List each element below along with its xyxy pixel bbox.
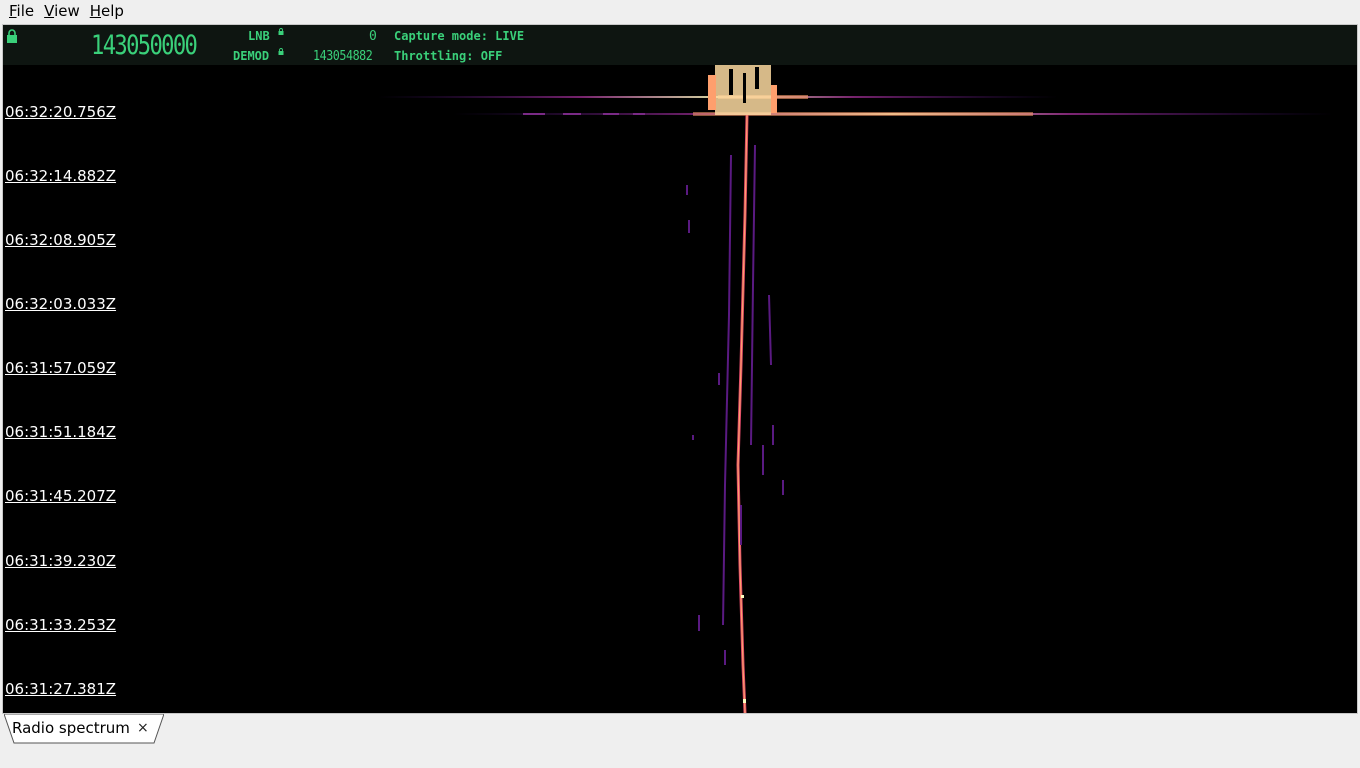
demod-label: DEMOD: [233, 49, 270, 63]
timestamp-label[interactable]: 06:31:57.059Z: [5, 359, 116, 377]
timestamp-label[interactable]: 06:31:33.253Z: [5, 616, 116, 634]
menu-file[interactable]: File: [4, 0, 39, 22]
capture-mode-status: Capture mode: LIVE: [394, 29, 525, 43]
waterfall-display[interactable]: 06:32:20.756Z 06:32:14.882Z 06:32:08.905…: [3, 65, 1357, 713]
timestamp-label[interactable]: 06:32:03.033Z: [5, 295, 116, 313]
menubar: File View Help: [0, 0, 1360, 22]
menu-help[interactable]: Help: [85, 0, 129, 22]
timestamp-label[interactable]: 06:31:39.230Z: [5, 552, 116, 570]
timestamp-label[interactable]: 06:31:51.184Z: [5, 423, 116, 441]
timestamp-label[interactable]: 06:32:14.882Z: [5, 167, 116, 185]
demod-frequency-value[interactable]: 143054882: [313, 49, 373, 64]
waterfall-image: [378, 65, 1333, 713]
lnb-lock-icon[interactable]: [278, 28, 284, 35]
timestamp-label[interactable]: 06:31:27.381Z: [5, 680, 116, 698]
spectrum-panel: 143050000 LNB 0 DEMOD 143054882 Capture …: [2, 24, 1358, 714]
tab-bar: Radio spectrum ×: [0, 714, 1360, 768]
lnb-label: LNB: [248, 29, 270, 43]
center-frequency-display[interactable]: 143050000: [91, 31, 198, 61]
tuner-header: 143050000 LNB 0 DEMOD 143054882 Capture …: [3, 25, 1357, 65]
close-icon[interactable]: ×: [137, 720, 149, 736]
timestamp-label[interactable]: 06:32:08.905Z: [5, 231, 116, 249]
menu-view[interactable]: View: [39, 0, 85, 22]
throttling-status: Throttling: OFF: [394, 49, 503, 63]
demod-lock-icon[interactable]: [278, 48, 284, 55]
tab-label: Radio spectrum: [12, 719, 130, 737]
timestamp-label[interactable]: 06:31:45.207Z: [5, 487, 116, 505]
timestamp-label[interactable]: 06:32:20.756Z: [5, 103, 116, 121]
tab-radio-spectrum[interactable]: Radio spectrum ×: [4, 714, 164, 744]
lnb-value[interactable]: 0: [369, 29, 377, 44]
lock-icon[interactable]: [6, 29, 18, 43]
